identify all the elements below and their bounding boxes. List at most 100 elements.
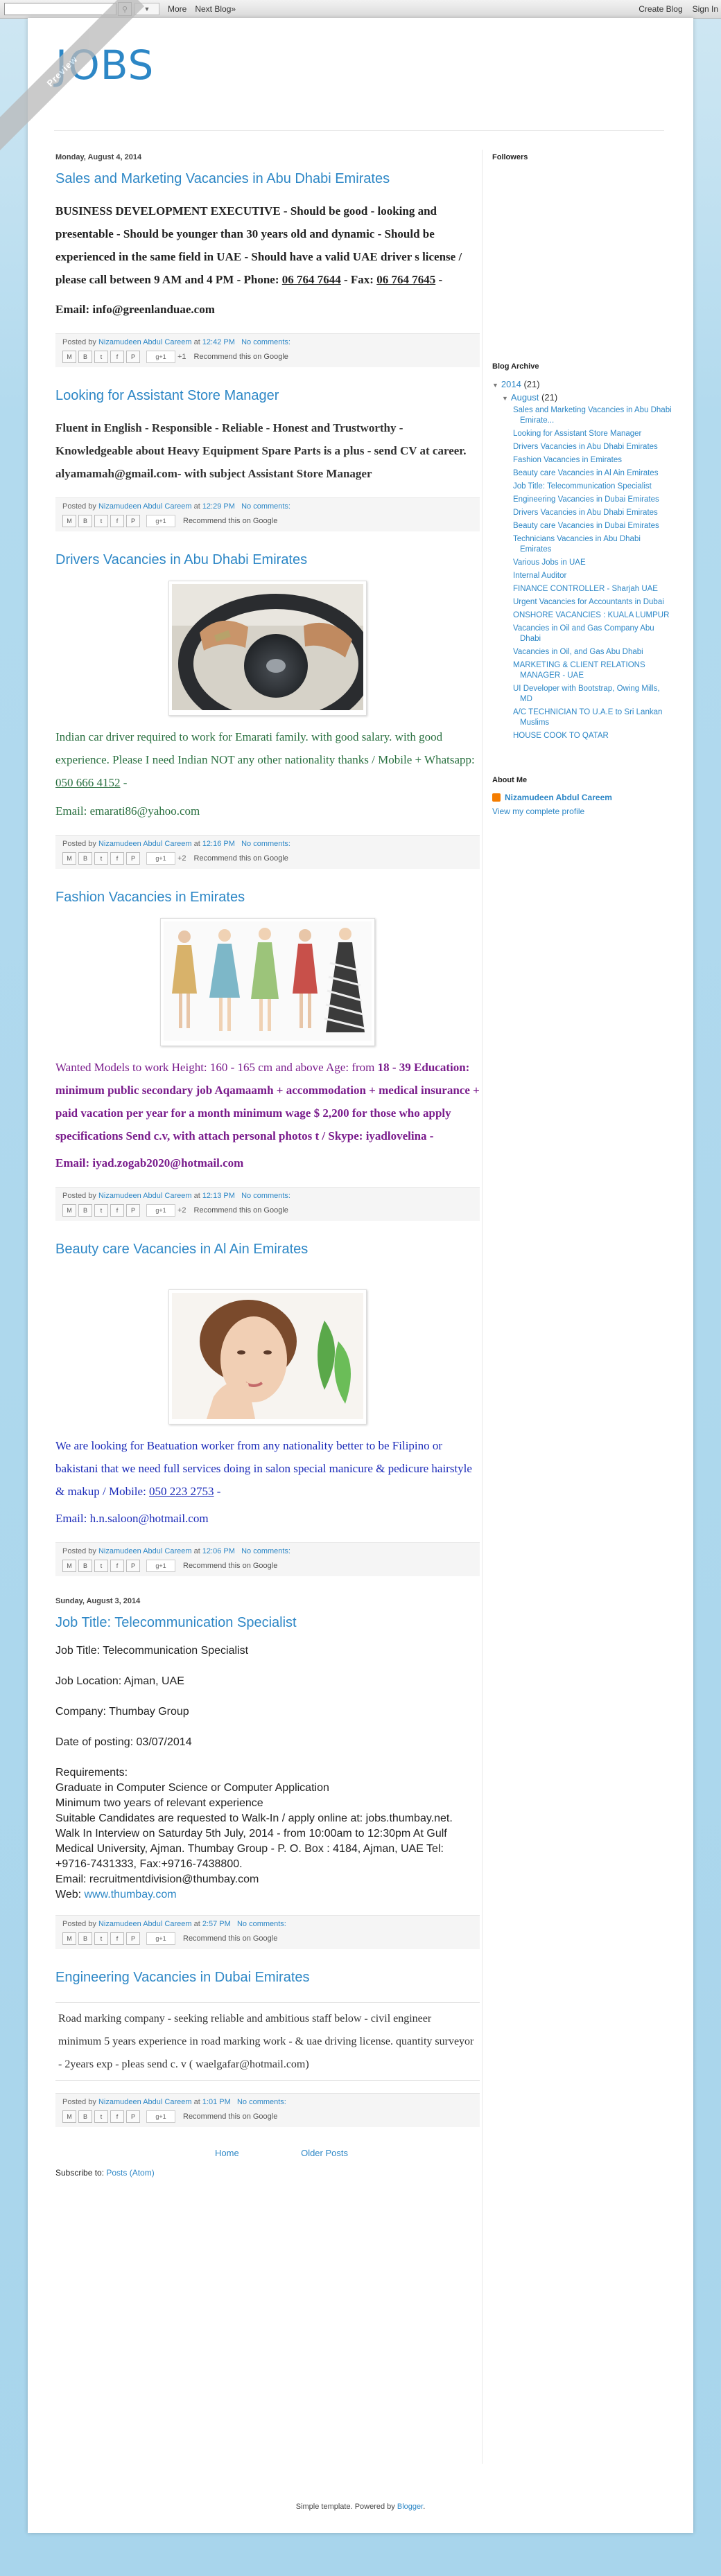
facebook-icon[interactable]: f xyxy=(110,1560,124,1572)
archive-post-link[interactable]: Internal Auditor xyxy=(492,571,672,581)
google-plusone-button[interactable]: g+1 xyxy=(146,515,175,527)
comments-link[interactable]: No comments: xyxy=(241,338,290,346)
web-link[interactable]: www.thumbay.com xyxy=(85,1889,177,1900)
blogthis-icon[interactable]: B xyxy=(78,852,92,865)
navbar-search-input[interactable] xyxy=(4,3,116,15)
expand-triangle-icon[interactable]: ▼ xyxy=(502,395,508,402)
atom-feed-link[interactable]: Posts (Atom) xyxy=(106,2168,154,2178)
archive-month-label[interactable]: August xyxy=(511,392,539,403)
email-icon[interactable]: M xyxy=(62,1932,76,1945)
facebook-icon[interactable]: f xyxy=(110,1204,124,1217)
comments-link[interactable]: No comments: xyxy=(241,840,290,848)
timestamp-link[interactable]: 2:57 PM xyxy=(202,1920,231,1928)
blogthis-icon[interactable]: B xyxy=(78,515,92,527)
archive-post-link[interactable]: Vacancies in Oil and Gas Company Abu Dha… xyxy=(492,624,672,644)
profile-name-link[interactable]: Nizamudeen Abdul Careem xyxy=(492,793,672,802)
archive-post-link[interactable]: Vacancies in Oil, and Gas Abu Dhabi xyxy=(492,647,672,658)
archive-post-link[interactable]: Drivers Vacancies in Abu Dhabi Emirates xyxy=(492,442,672,452)
archive-post-link[interactable]: Fashion Vacancies in Emirates xyxy=(492,455,672,466)
blogthis-icon[interactable]: B xyxy=(78,2110,92,2123)
pinterest-icon[interactable]: P xyxy=(126,1560,140,1572)
post-title[interactable]: Drivers Vacancies in Abu Dhabi Emirates xyxy=(55,552,480,568)
create-blog-link[interactable]: Create Blog xyxy=(639,4,682,14)
archive-post-link[interactable]: MARKETING & CLIENT RELATIONS MANAGER - U… xyxy=(492,660,672,681)
timestamp-link[interactable]: 1:01 PM xyxy=(202,2098,231,2106)
older-posts-link[interactable]: Older Posts xyxy=(301,2148,348,2158)
facebook-icon[interactable]: f xyxy=(110,351,124,363)
post-title[interactable]: Job Title: Telecommunication Specialist xyxy=(55,1615,480,1631)
twitter-icon[interactable]: t xyxy=(94,1560,108,1572)
google-plusone-button[interactable]: g+1 xyxy=(146,1932,175,1945)
blogthis-icon[interactable]: B xyxy=(78,1932,92,1945)
google-plusone-button[interactable]: g+1 xyxy=(146,2110,175,2123)
fax-link[interactable]: 06 764 7645 xyxy=(376,273,435,286)
archive-year-item[interactable]: ▼ 2014 (21) xyxy=(492,379,672,389)
archive-post-link[interactable]: Beauty care Vacancies in Dubai Emirates xyxy=(492,521,672,531)
phone-link[interactable]: 050 666 4152 xyxy=(55,776,121,789)
phone-link[interactable]: 050 223 2753 xyxy=(149,1485,214,1498)
more-menu[interactable]: More xyxy=(168,4,186,14)
timestamp-link[interactable]: 12:29 PM xyxy=(202,502,235,511)
archive-post-link[interactable]: A/C TECHNICIAN TO U.A.E to Sri Lankan Mu… xyxy=(492,707,672,728)
facebook-icon[interactable]: f xyxy=(110,2110,124,2123)
twitter-icon[interactable]: t xyxy=(94,1204,108,1217)
email-icon[interactable]: M xyxy=(62,1560,76,1572)
twitter-icon[interactable]: t xyxy=(94,2110,108,2123)
facebook-icon[interactable]: f xyxy=(110,515,124,527)
post-title[interactable]: Beauty care Vacancies in Al Ain Emirates xyxy=(55,1242,480,1258)
twitter-icon[interactable]: t xyxy=(94,852,108,865)
archive-post-link[interactable]: Engineering Vacancies in Dubai Emirates xyxy=(492,495,672,505)
archive-post-link[interactable]: Drivers Vacancies in Abu Dhabi Emirates xyxy=(492,508,672,518)
next-blog-link[interactable]: Next Blog» xyxy=(195,4,236,14)
driver-steering-wheel-image[interactable] xyxy=(168,581,374,734)
blogger-link[interactable]: Blogger xyxy=(397,2503,423,2511)
archive-post-link[interactable]: HOUSE COOK TO QATAR xyxy=(492,731,672,741)
timestamp-link[interactable]: 12:42 PM xyxy=(202,338,235,346)
timestamp-link[interactable]: 12:06 PM xyxy=(202,1547,235,1555)
blogthis-icon[interactable]: B xyxy=(78,1204,92,1217)
view-profile-link[interactable]: View my complete profile xyxy=(492,806,672,816)
author-link[interactable]: Nizamudeen Abdul Careem xyxy=(98,502,192,511)
author-link[interactable]: Nizamudeen Abdul Careem xyxy=(98,2098,192,2106)
email-icon[interactable]: M xyxy=(62,515,76,527)
archive-post-link[interactable]: Technicians Vacancies in Abu Dhabi Emira… xyxy=(492,534,672,555)
post-title[interactable]: Fashion Vacancies in Emirates xyxy=(55,890,480,906)
post-title[interactable]: Sales and Marketing Vacancies in Abu Dha… xyxy=(55,171,480,187)
author-link[interactable]: Nizamudeen Abdul Careem xyxy=(98,1920,192,1928)
archive-post-link[interactable]: UI Developer with Bootstrap, Owing Mills… xyxy=(492,684,672,705)
twitter-icon[interactable]: t xyxy=(94,1932,108,1945)
archive-post-link[interactable]: Various Jobs in UAE xyxy=(492,558,672,568)
twitter-icon[interactable]: t xyxy=(94,351,108,363)
archive-post-link[interactable]: Job Title: Telecommunication Specialist xyxy=(492,482,672,492)
archive-post-link[interactable]: Sales and Marketing Vacancies in Abu Dha… xyxy=(492,405,672,426)
pinterest-icon[interactable]: P xyxy=(126,515,140,527)
comments-link[interactable]: No comments: xyxy=(241,1192,290,1200)
fashion-models-image[interactable] xyxy=(160,918,375,1046)
timestamp-link[interactable]: 12:13 PM xyxy=(202,1192,235,1200)
archive-year-label[interactable]: 2014 xyxy=(501,379,521,389)
pinterest-icon[interactable]: P xyxy=(126,2110,140,2123)
google-plusone-button[interactable]: g+1 xyxy=(146,852,175,865)
home-link[interactable]: Home xyxy=(215,2148,239,2158)
comments-link[interactable]: No comments: xyxy=(241,1547,290,1555)
author-link[interactable]: Nizamudeen Abdul Careem xyxy=(98,1192,192,1200)
email-icon[interactable]: M xyxy=(62,351,76,363)
phone-link[interactable]: 06 764 7644 xyxy=(282,273,341,286)
twitter-icon[interactable]: t xyxy=(94,515,108,527)
facebook-icon[interactable]: f xyxy=(110,1932,124,1945)
post-title[interactable]: Looking for Assistant Store Manager xyxy=(55,388,480,404)
author-link[interactable]: Nizamudeen Abdul Careem xyxy=(98,1547,192,1555)
email-icon[interactable]: M xyxy=(62,852,76,865)
author-link[interactable]: Nizamudeen Abdul Careem xyxy=(98,338,192,346)
archive-post-link[interactable]: Beauty care Vacancies in Al Ain Emirates xyxy=(492,468,672,479)
facebook-icon[interactable]: f xyxy=(110,852,124,865)
comments-link[interactable]: No comments: xyxy=(241,502,290,511)
sign-in-link[interactable]: Sign In xyxy=(693,4,718,14)
post-title[interactable]: Engineering Vacancies in Dubai Emirates xyxy=(55,1970,480,1986)
email-icon[interactable]: M xyxy=(62,1204,76,1217)
archive-post-link[interactable]: Looking for Assistant Store Manager xyxy=(492,429,672,439)
google-plusone-button[interactable]: g+1 xyxy=(146,1204,175,1217)
blogthis-icon[interactable]: B xyxy=(78,351,92,363)
author-link[interactable]: Nizamudeen Abdul Careem xyxy=(98,840,192,848)
pinterest-icon[interactable]: P xyxy=(126,351,140,363)
